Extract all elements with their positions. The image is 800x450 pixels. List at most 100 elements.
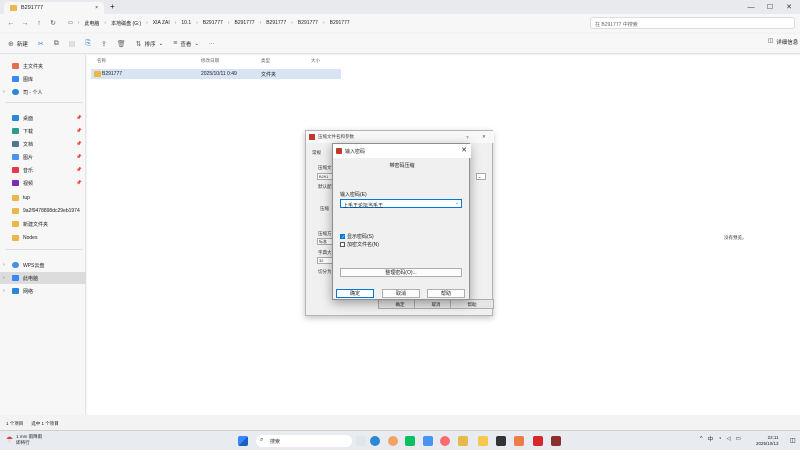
wifi-icon[interactable]: ◔ [718,436,721,442]
breadcrumb-item[interactable]: XIA ZAI [149,20,174,26]
winrar-icon[interactable] [551,436,561,446]
maximize-button[interactable]: ☐ [761,0,779,14]
details-button[interactable]: ◫ 详细信息 [768,38,798,46]
view-button[interactable]: ≡ 查看 ⌄ [173,40,199,48]
app-icon[interactable] [478,436,488,446]
sidebar-item-cloud[interactable]: › 司 - 个人 [0,86,86,98]
close-icon[interactable]: ✕ [461,146,467,154]
tab-close-icon[interactable]: × [95,5,98,11]
sidebar-item-folder[interactable]: 9a2f9478898dc29eb1974 [0,205,86,217]
forward-icon[interactable]: → [18,20,32,27]
tab-general[interactable]: 常规 [312,150,321,156]
sidebar-item-home[interactable]: 主文件夹 [0,60,86,72]
app-icon[interactable] [423,436,433,446]
close-window-button[interactable]: ✕ [780,0,798,14]
breadcrumb-item[interactable]: B291777 [294,20,322,26]
edge-icon[interactable] [370,436,380,446]
delete-button[interactable]: 🗑 [117,40,126,48]
sidebar-item-desktop[interactable]: 桌面 📌 [0,112,86,124]
breadcrumb-item[interactable]: 此电脑 [80,20,103,27]
password-input[interactable]: 上毛王论坛当毛王 ⌄ [340,199,462,209]
checkbox-checked[interactable] [340,234,345,240]
sidebar-item-videos[interactable]: 视频 📌 [0,177,86,189]
taskbar-search[interactable]: ⌕ 搜索 [256,435,352,447]
sidebar-item-wps[interactable]: › WPS云盘 [0,259,86,271]
back-icon[interactable]: ← [4,20,18,27]
file-explorer-icon[interactable] [458,436,468,446]
refresh-icon[interactable]: ↻ [46,19,60,27]
chevron-right-icon[interactable]: › [3,262,5,268]
ok-button[interactable]: 确定 [336,289,374,298]
column-header-type[interactable]: 类型 [261,58,270,64]
cut-button[interactable]: ✂ [38,40,44,48]
column-header-size[interactable]: 大小 [311,58,320,64]
breadcrumb-item[interactable]: B291777 [262,20,290,26]
sidebar-item-gallery[interactable]: 图库 [0,73,86,85]
rename-button[interactable]: ⎘ [85,40,91,48]
breadcrumb-item[interactable]: B291777 [326,20,354,26]
column-header-name[interactable]: 名称 [97,58,106,64]
close-icon[interactable]: ✕ [482,134,486,140]
help-icon[interactable]: ? [466,135,469,140]
up-icon[interactable]: ↑ [32,20,46,27]
chevron-down-icon[interactable]: ⌄ [455,200,459,206]
checkbox-unchecked[interactable] [340,242,345,247]
breadcrumb-item[interactable]: B291777 [199,20,227,26]
battery-icon[interactable]: ▭ [736,436,741,442]
cancel-button[interactable]: 取消 [382,289,420,298]
sidebar-item-thispc[interactable]: › 此电脑 [0,272,86,284]
column-header-date[interactable]: 修改日期 [201,58,219,64]
breadcrumb-item[interactable]: 本地磁盘 (G:) [107,20,145,27]
sidebar-item-music[interactable]: 音乐 📌 [0,164,86,176]
minimize-button[interactable]: — [742,0,760,14]
copy-button[interactable]: ⧉ [54,40,59,48]
sidebar-item-documents[interactable]: 文档 📌 [0,138,86,150]
app-icon[interactable] [514,436,524,446]
dropdown[interactable]: ⌄ [476,173,486,180]
breadcrumb-item[interactable]: B291777 [231,20,259,26]
encrypt-filenames-checkbox[interactable]: 加密文件名(N) [340,241,379,248]
start-icon[interactable] [238,436,248,446]
sort-button[interactable]: ⇅ 排序 ⌄ [136,40,164,48]
chevron-up-icon[interactable]: ^ [700,436,703,442]
breadcrumb[interactable]: ▭ › 此电脑 › 本地磁盘 (G:) › XIA ZAI › 10.1 › B… [64,17,554,29]
help-button[interactable]: 帮助 [450,299,494,309]
password-label: 输入密码(E) [340,192,367,198]
more-button[interactable]: ··· [209,41,215,47]
tab-b291777[interactable]: B291777 × [4,2,104,14]
sidebar-item-folder[interactable]: tup [0,192,86,204]
chevron-right-icon[interactable]: › [3,275,5,281]
sidebar-item-network[interactable]: › 网络 [0,285,86,297]
help-button[interactable]: 帮助 [427,289,465,298]
volume-icon[interactable]: ◁ [726,436,730,442]
app-icon[interactable] [440,436,450,446]
search-input[interactable]: 在 B291777 中搜索 [590,17,795,29]
chevron-right-icon[interactable]: › [3,288,5,294]
share-icon: ⇪ [101,40,107,48]
notification-icon[interactable]: ◫ [790,437,796,444]
weather-temp: 1 mm 雨降雨 [16,434,43,439]
organize-passwords-button[interactable]: 整理密码(O)... [340,268,462,277]
app-icon[interactable] [496,436,506,446]
table-row[interactable]: B291777 2025/10/11 0:49 文件夹 [91,69,341,79]
share-button[interactable]: ⇪ [101,40,107,48]
breadcrumb-item[interactable]: 10.1 [177,20,195,26]
clock[interactable]: 22:11 2025/10/13 [756,435,779,446]
task-view-icon[interactable] [356,436,366,446]
pin-icon: 📌 [76,154,82,159]
sidebar-item-pictures[interactable]: 图片 📌 [0,151,86,163]
qq-icon[interactable] [388,436,398,446]
wps-icon[interactable] [533,436,543,446]
paste-button[interactable]: ▤ [69,40,76,48]
sidebar-item-downloads[interactable]: 下载 📌 [0,125,86,137]
weather-widget[interactable]: ☂ 1 mm 雨降雨 即将行 [6,434,42,445]
new-button[interactable]: ⊕ 新建 [8,40,28,48]
chevron-right-icon[interactable]: › [3,89,5,95]
tab-title: B291777 [21,5,44,11]
show-password-checkbox[interactable]: 显示密码(S) [340,233,374,240]
new-tab-button[interactable]: + [110,2,115,11]
sidebar-item-folder[interactable]: Nodes [0,232,86,244]
input-language[interactable]: 中 [708,435,714,443]
sidebar-item-folder[interactable]: 新建文件夹 [0,218,86,230]
wechat-icon[interactable] [405,436,415,446]
